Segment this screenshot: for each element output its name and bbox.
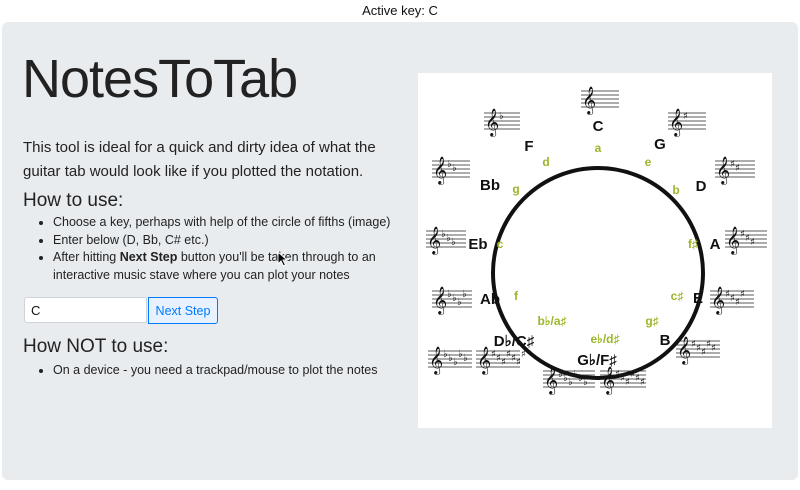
lead-text: This tool is ideal for a quick and dirty… xyxy=(23,139,376,180)
major-key-label: Eb xyxy=(468,236,487,253)
staff-c: 𝄞 xyxy=(581,86,619,115)
svg-text:♭: ♭ xyxy=(462,289,467,300)
staff-g: 𝄞 ♯ xyxy=(668,108,706,137)
minor-key-label: b xyxy=(672,183,679,197)
svg-text:♯: ♯ xyxy=(750,237,755,248)
svg-text:𝄞: 𝄞 xyxy=(427,226,441,255)
svg-text:𝄞: 𝄞 xyxy=(669,108,683,137)
svg-text:𝄞: 𝄞 xyxy=(582,86,596,115)
major-key-label: F xyxy=(524,138,533,155)
svg-text:♭: ♭ xyxy=(451,237,456,248)
svg-text:♭: ♭ xyxy=(499,111,504,122)
svg-text:♯: ♯ xyxy=(740,289,745,300)
active-key-label: Active key: C xyxy=(362,3,438,18)
svg-text:𝄞: 𝄞 xyxy=(711,286,725,315)
major-key-label: G xyxy=(654,136,666,153)
key-input[interactable] xyxy=(24,297,147,323)
svg-text:𝄞: 𝄞 xyxy=(716,156,730,185)
list-item-text: After hitting xyxy=(53,250,120,264)
svg-text:♭: ♭ xyxy=(452,163,457,174)
list-item-bold: Next Step xyxy=(119,250,178,264)
svg-text:𝄞: 𝄞 xyxy=(485,108,499,137)
minor-key-label: g xyxy=(512,182,519,196)
major-key-label: C xyxy=(593,118,604,135)
how-not-heading: How NOT to use: xyxy=(23,336,169,357)
list-item: On a device - you need a trackpad/mouse … xyxy=(53,362,423,380)
svg-text:𝄞: 𝄞 xyxy=(433,156,447,185)
svg-text:♭: ♭ xyxy=(583,377,588,388)
major-key-label: D♭/C♯ xyxy=(494,333,535,350)
staff-e: 𝄞 ♯ ♯ ♯♯ xyxy=(710,286,754,315)
staff-f: 𝄞 ♭ xyxy=(484,108,520,137)
minor-key-label: c♯ xyxy=(671,289,684,303)
minor-key-label: d xyxy=(542,155,549,169)
svg-text:♯: ♯ xyxy=(683,111,688,122)
minor-key-label: f♯ xyxy=(688,237,698,251)
major-key-label: Bb xyxy=(480,177,500,194)
staff-b: 𝄞 ♯ ♯ ♯♯ ♯ xyxy=(676,336,720,365)
svg-text:𝄞: 𝄞 xyxy=(726,226,740,255)
staff-csharp: 𝄞 ♯ ♯ ♯♯ ♯ ♯♯ xyxy=(476,346,526,375)
staff-eb: 𝄞 ♭ ♭ ♭ xyxy=(426,226,466,255)
major-key-label: E xyxy=(693,290,703,307)
how-not-list: On a device - you need a trackpad/mouse … xyxy=(23,362,423,380)
major-key-label: A xyxy=(710,236,721,253)
circle-of-fifths-image: C G D A E B G♭/F♯ D♭/C♯ Ab Eb Bb Fa e b f♯ c♯ g♯ e♭/d♯ b♭/… xyxy=(418,73,772,428)
minor-key-label: e♭/d♯ xyxy=(591,332,620,346)
list-item: Choose a key, perhaps with help of the c… xyxy=(53,214,423,232)
major-key-label: Ab xyxy=(480,291,500,308)
svg-text:♯: ♯ xyxy=(735,163,740,174)
circle-of-fifths-diagram: CGDAEBG♭/F♯D♭/C♯AbEbBbF aebf♯c♯g♯e♭/d♯b♭/… xyxy=(426,86,767,395)
svg-text:♯: ♯ xyxy=(521,349,526,360)
svg-text:♯: ♯ xyxy=(711,343,716,354)
major-key-label: B xyxy=(660,332,671,349)
list-item: After hitting Next Step button you'll be… xyxy=(53,249,423,284)
list-item: Enter below (D, Bb, C# etc.) xyxy=(53,232,423,250)
how-to-use-heading: How to use: xyxy=(23,190,124,211)
svg-text:𝄞: 𝄞 xyxy=(477,346,491,375)
svg-text:𝄞: 𝄞 xyxy=(433,286,447,315)
minor-key-label: e xyxy=(645,155,652,169)
svg-text:𝄞: 𝄞 xyxy=(429,346,443,375)
next-step-button[interactable]: Next Step xyxy=(148,297,218,324)
staff-a: 𝄞 ♯ ♯ ♯ xyxy=(725,226,767,255)
svg-text:♭: ♭ xyxy=(463,353,468,364)
svg-text:𝄞: 𝄞 xyxy=(677,336,691,365)
minor-key-label: b♭/a♯ xyxy=(538,314,567,328)
how-to-use-list: Choose a key, perhaps with help of the c… xyxy=(23,214,423,284)
page-title: NotesToTab xyxy=(22,49,298,109)
minor-key-label: a xyxy=(595,141,602,155)
svg-text:♯: ♯ xyxy=(640,377,645,388)
minor-key-label: g♯ xyxy=(645,314,658,328)
staff-gflat: 𝄞 ♭ ♭ ♭♭ ♭ ♭ xyxy=(543,366,595,395)
svg-text:𝄞: 𝄞 xyxy=(544,366,558,395)
svg-text:𝄞: 𝄞 xyxy=(601,366,615,395)
staff-d: 𝄞 ♯ ♯ xyxy=(715,156,755,185)
staff-ab: 𝄞 ♭ ♭ ♭♭ xyxy=(432,286,472,315)
minor-key-label: c xyxy=(497,237,504,251)
minor-key-label: f xyxy=(514,289,519,303)
mouse-cursor-icon xyxy=(277,251,289,267)
major-key-label: D xyxy=(696,178,707,195)
staff-dflat: 𝄞 ♭ ♭ ♭♭ ♭ xyxy=(428,346,472,375)
staff-bb: 𝄞 ♭ ♭ xyxy=(432,156,470,185)
